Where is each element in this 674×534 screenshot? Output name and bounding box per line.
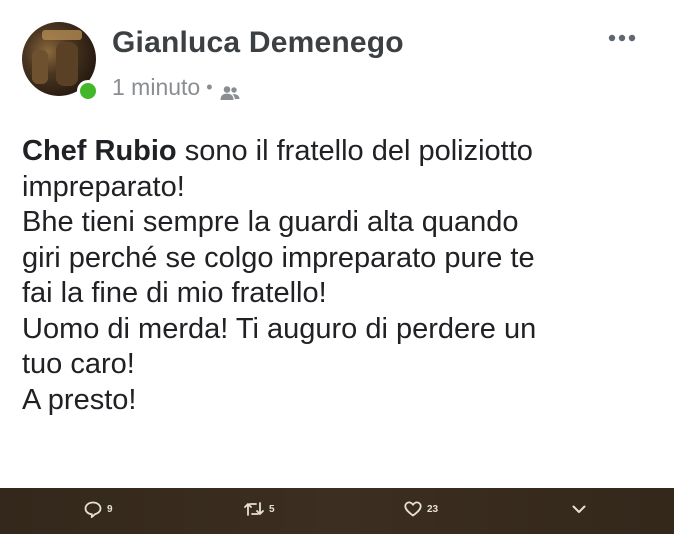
retweet-button[interactable]: 5 bbox=[244, 501, 275, 517]
like-button[interactable]: 23 bbox=[404, 501, 438, 517]
post-text-line: fai la fine di mio fratello! bbox=[22, 277, 327, 309]
post-text-line: giri perché se colgo impreparato pure te bbox=[22, 241, 535, 274]
avatar-detail bbox=[56, 42, 78, 86]
post-time[interactable]: 1 minuto bbox=[112, 74, 200, 101]
more-options-button[interactable] bbox=[571, 501, 587, 517]
post-meta: 1 minuto • bbox=[112, 74, 241, 101]
more-dots-icon[interactable] bbox=[604, 30, 640, 46]
friends-icon[interactable] bbox=[219, 80, 241, 100]
post-text-line: tuo caro! bbox=[22, 348, 135, 380]
chevron-down-icon bbox=[572, 505, 586, 513]
tweet-action-bar: 9 5 23 bbox=[0, 488, 674, 534]
avatar-detail bbox=[42, 30, 82, 40]
post-text-line: Uomo di merda! Ti auguro di perdere un bbox=[22, 312, 537, 345]
facebook-post-screenshot: Gianluca Demenego 1 minuto • Chef Rubio … bbox=[0, 0, 674, 488]
retweet-count: 5 bbox=[269, 503, 275, 515]
post-text-line: Bhe tieni sempre la guardi alta quando bbox=[22, 206, 519, 238]
reply-icon bbox=[84, 501, 102, 518]
author-name[interactable]: Gianluca Demenego bbox=[112, 26, 404, 60]
post-body: Chef Rubio sono il fratello del poliziot… bbox=[22, 134, 662, 418]
post-text-line: A presto! bbox=[22, 383, 137, 416]
like-count: 23 bbox=[427, 503, 439, 515]
post-text-line: Chef Rubio sono il fratello del poliziot… bbox=[22, 134, 662, 170]
meta-separator: • bbox=[206, 77, 213, 97]
reply-button[interactable]: 9 bbox=[84, 501, 113, 518]
post-text-segment: sono il fratello del poliziotto bbox=[176, 135, 533, 167]
online-status-dot bbox=[77, 80, 99, 102]
post-text-line: impreparato! bbox=[22, 170, 185, 203]
avatar-detail bbox=[32, 50, 48, 84]
heart-icon bbox=[404, 501, 422, 517]
reply-count: 9 bbox=[107, 504, 113, 515]
retweet-icon bbox=[244, 502, 264, 516]
mentioned-name[interactable]: Chef Rubio bbox=[22, 135, 177, 167]
